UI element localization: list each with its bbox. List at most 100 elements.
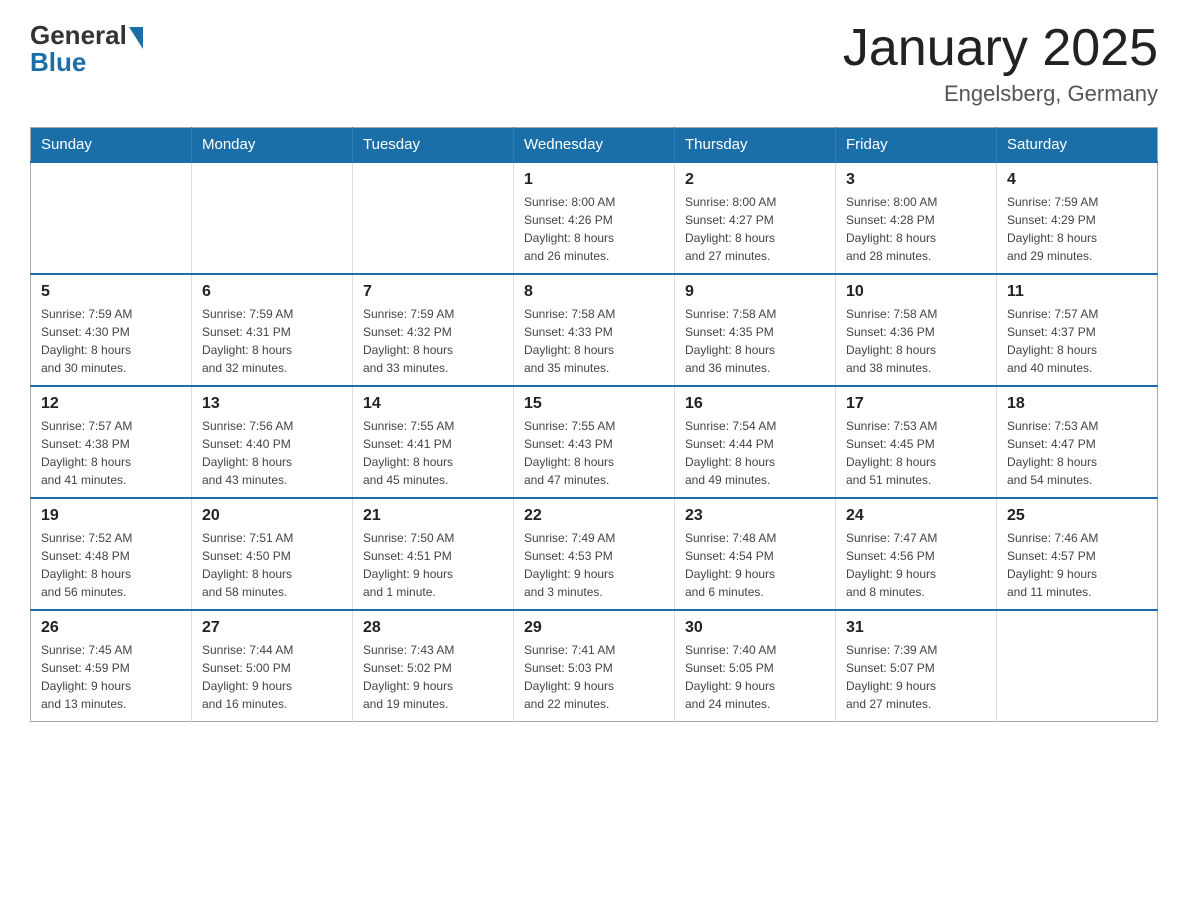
- day-info: Sunrise: 8:00 AM Sunset: 4:26 PM Dayligh…: [524, 193, 664, 265]
- day-info: Sunrise: 7:59 AM Sunset: 4:29 PM Dayligh…: [1007, 193, 1147, 265]
- day-info: Sunrise: 7:58 AM Sunset: 4:36 PM Dayligh…: [846, 305, 986, 377]
- calendar-cell: 9 Sunrise: 7:58 AM Sunset: 4:35 PM Daylig…: [675, 274, 836, 386]
- day-number: 18: [1007, 395, 1147, 413]
- day-number: 2: [685, 171, 825, 189]
- calendar-cell: 10Sunrise: 7:58 AM Sunset: 4:36 PM Dayli…: [836, 274, 997, 386]
- day-number: 23: [685, 507, 825, 525]
- calendar-cell: 30 Sunrise: 7:40 AM Sunset: 5:05 PM Dayli…: [675, 610, 836, 722]
- day-number: 5: [41, 283, 181, 301]
- calendar-cell: 8 Sunrise: 7:58 AM Sunset: 4:33 PM Daylig…: [514, 274, 675, 386]
- day-info: Sunrise: 7:49 AM Sunset: 4:53 PM Dayligh…: [524, 529, 664, 601]
- day-info: Sunrise: 7:45 AM Sunset: 4:59 PM Dayligh…: [41, 641, 181, 713]
- day-number: 1: [524, 171, 664, 189]
- day-info: Sunrise: 7:46 AM Sunset: 4:57 PM Dayligh…: [1007, 529, 1147, 601]
- calendar-week-row: 1 Sunrise: 8:00 AM Sunset: 4:26 PM Daylig…: [31, 162, 1158, 274]
- day-number: 12: [41, 395, 181, 413]
- day-number: 26: [41, 619, 181, 637]
- day-number: 22: [524, 507, 664, 525]
- day-info: Sunrise: 8:00 AM Sunset: 4:28 PM Dayligh…: [846, 193, 986, 265]
- day-header-friday: Friday: [836, 128, 997, 163]
- day-info: Sunrise: 7:58 AM Sunset: 4:33 PM Dayligh…: [524, 305, 664, 377]
- day-headers-row: SundayMondayTuesdayWednesdayThursdayFrid…: [31, 128, 1158, 163]
- day-info: Sunrise: 7:44 AM Sunset: 5:00 PM Dayligh…: [202, 641, 342, 713]
- calendar-cell: 2 Sunrise: 8:00 AM Sunset: 4:27 PM Daylig…: [675, 162, 836, 274]
- calendar-cell: 7Sunrise: 7:59 AM Sunset: 4:32 PM Daylig…: [353, 274, 514, 386]
- day-number: 14: [363, 395, 503, 413]
- calendar-cell: [353, 162, 514, 274]
- calendar-cell: 1 Sunrise: 8:00 AM Sunset: 4:26 PM Daylig…: [514, 162, 675, 274]
- calendar-week-row: 12 Sunrise: 7:57 AM Sunset: 4:38 PM Dayli…: [31, 386, 1158, 498]
- calendar-cell: 3 Sunrise: 8:00 AM Sunset: 4:28 PM Daylig…: [836, 162, 997, 274]
- day-header-monday: Monday: [192, 128, 353, 163]
- day-header-sunday: Sunday: [31, 128, 192, 163]
- day-number: 24: [846, 507, 986, 525]
- day-info: Sunrise: 7:53 AM Sunset: 4:45 PM Dayligh…: [846, 417, 986, 489]
- day-number: 8: [524, 283, 664, 301]
- location-label: Engelsberg, Germany: [843, 81, 1158, 107]
- calendar-cell: 13Sunrise: 7:56 AM Sunset: 4:40 PM Dayli…: [192, 386, 353, 498]
- page-header: General Blue January 2025 Engelsberg, Ge…: [30, 20, 1158, 107]
- calendar-cell: 11 Sunrise: 7:57 AM Sunset: 4:37 PM Dayli…: [997, 274, 1158, 386]
- calendar-cell: 12 Sunrise: 7:57 AM Sunset: 4:38 PM Dayli…: [31, 386, 192, 498]
- day-info: Sunrise: 7:40 AM Sunset: 5:05 PM Dayligh…: [685, 641, 825, 713]
- calendar-week-row: 5 Sunrise: 7:59 AM Sunset: 4:30 PM Daylig…: [31, 274, 1158, 386]
- day-number: 4: [1007, 171, 1147, 189]
- day-number: 29: [524, 619, 664, 637]
- calendar-table: SundayMondayTuesdayWednesdayThursdayFrid…: [30, 127, 1158, 722]
- day-info: Sunrise: 7:58 AM Sunset: 4:35 PM Dayligh…: [685, 305, 825, 377]
- calendar-cell: 27 Sunrise: 7:44 AM Sunset: 5:00 PM Dayli…: [192, 610, 353, 722]
- day-info: Sunrise: 7:39 AM Sunset: 5:07 PM Dayligh…: [846, 641, 986, 713]
- day-number: 3: [846, 171, 986, 189]
- calendar-cell: 24Sunrise: 7:47 AM Sunset: 4:56 PM Dayli…: [836, 498, 997, 610]
- day-header-wednesday: Wednesday: [514, 128, 675, 163]
- month-title: January 2025: [843, 20, 1158, 77]
- day-header-saturday: Saturday: [997, 128, 1158, 163]
- calendar-cell: 26 Sunrise: 7:45 AM Sunset: 4:59 PM Dayli…: [31, 610, 192, 722]
- day-info: Sunrise: 8:00 AM Sunset: 4:27 PM Dayligh…: [685, 193, 825, 265]
- day-info: Sunrise: 7:59 AM Sunset: 4:30 PM Dayligh…: [41, 305, 181, 377]
- calendar-cell: 25 Sunrise: 7:46 AM Sunset: 4:57 PM Dayli…: [997, 498, 1158, 610]
- day-info: Sunrise: 7:54 AM Sunset: 4:44 PM Dayligh…: [685, 417, 825, 489]
- logo-blue-text: Blue: [30, 47, 86, 78]
- calendar-week-row: 19Sunrise: 7:52 AM Sunset: 4:48 PM Dayli…: [31, 498, 1158, 610]
- calendar-cell: 23 Sunrise: 7:48 AM Sunset: 4:54 PM Dayli…: [675, 498, 836, 610]
- calendar-cell: 31Sunrise: 7:39 AM Sunset: 5:07 PM Dayli…: [836, 610, 997, 722]
- day-number: 15: [524, 395, 664, 413]
- calendar-cell: 29Sunrise: 7:41 AM Sunset: 5:03 PM Dayli…: [514, 610, 675, 722]
- day-number: 28: [363, 619, 503, 637]
- day-info: Sunrise: 7:51 AM Sunset: 4:50 PM Dayligh…: [202, 529, 342, 601]
- title-section: January 2025 Engelsberg, Germany: [843, 20, 1158, 107]
- day-info: Sunrise: 7:48 AM Sunset: 4:54 PM Dayligh…: [685, 529, 825, 601]
- calendar-cell: 5 Sunrise: 7:59 AM Sunset: 4:30 PM Daylig…: [31, 274, 192, 386]
- day-number: 11: [1007, 283, 1147, 301]
- day-number: 30: [685, 619, 825, 637]
- calendar-cell: [997, 610, 1158, 722]
- day-header-thursday: Thursday: [675, 128, 836, 163]
- calendar-cell: 20Sunrise: 7:51 AM Sunset: 4:50 PM Dayli…: [192, 498, 353, 610]
- day-number: 16: [685, 395, 825, 413]
- day-info: Sunrise: 7:59 AM Sunset: 4:32 PM Dayligh…: [363, 305, 503, 377]
- day-number: 25: [1007, 507, 1147, 525]
- calendar-body: 1 Sunrise: 8:00 AM Sunset: 4:26 PM Daylig…: [31, 162, 1158, 722]
- day-info: Sunrise: 7:55 AM Sunset: 4:43 PM Dayligh…: [524, 417, 664, 489]
- calendar-cell: 21 Sunrise: 7:50 AM Sunset: 4:51 PM Dayli…: [353, 498, 514, 610]
- logo-triangle-icon: [129, 27, 143, 49]
- day-info: Sunrise: 7:55 AM Sunset: 4:41 PM Dayligh…: [363, 417, 503, 489]
- day-number: 6: [202, 283, 342, 301]
- day-number: 27: [202, 619, 342, 637]
- calendar-cell: 14 Sunrise: 7:55 AM Sunset: 4:41 PM Dayli…: [353, 386, 514, 498]
- day-info: Sunrise: 7:57 AM Sunset: 4:38 PM Dayligh…: [41, 417, 181, 489]
- logo: General Blue: [30, 20, 143, 78]
- day-number: 21: [363, 507, 503, 525]
- calendar-cell: 16 Sunrise: 7:54 AM Sunset: 4:44 PM Dayli…: [675, 386, 836, 498]
- day-number: 19: [41, 507, 181, 525]
- day-info: Sunrise: 7:56 AM Sunset: 4:40 PM Dayligh…: [202, 417, 342, 489]
- day-number: 9: [685, 283, 825, 301]
- day-info: Sunrise: 7:43 AM Sunset: 5:02 PM Dayligh…: [363, 641, 503, 713]
- day-info: Sunrise: 7:57 AM Sunset: 4:37 PM Dayligh…: [1007, 305, 1147, 377]
- day-info: Sunrise: 7:50 AM Sunset: 4:51 PM Dayligh…: [363, 529, 503, 601]
- calendar-cell: 18Sunrise: 7:53 AM Sunset: 4:47 PM Dayli…: [997, 386, 1158, 498]
- calendar-cell: 17Sunrise: 7:53 AM Sunset: 4:45 PM Dayli…: [836, 386, 997, 498]
- calendar-header: SundayMondayTuesdayWednesdayThursdayFrid…: [31, 128, 1158, 163]
- calendar-cell: 22 Sunrise: 7:49 AM Sunset: 4:53 PM Dayli…: [514, 498, 675, 610]
